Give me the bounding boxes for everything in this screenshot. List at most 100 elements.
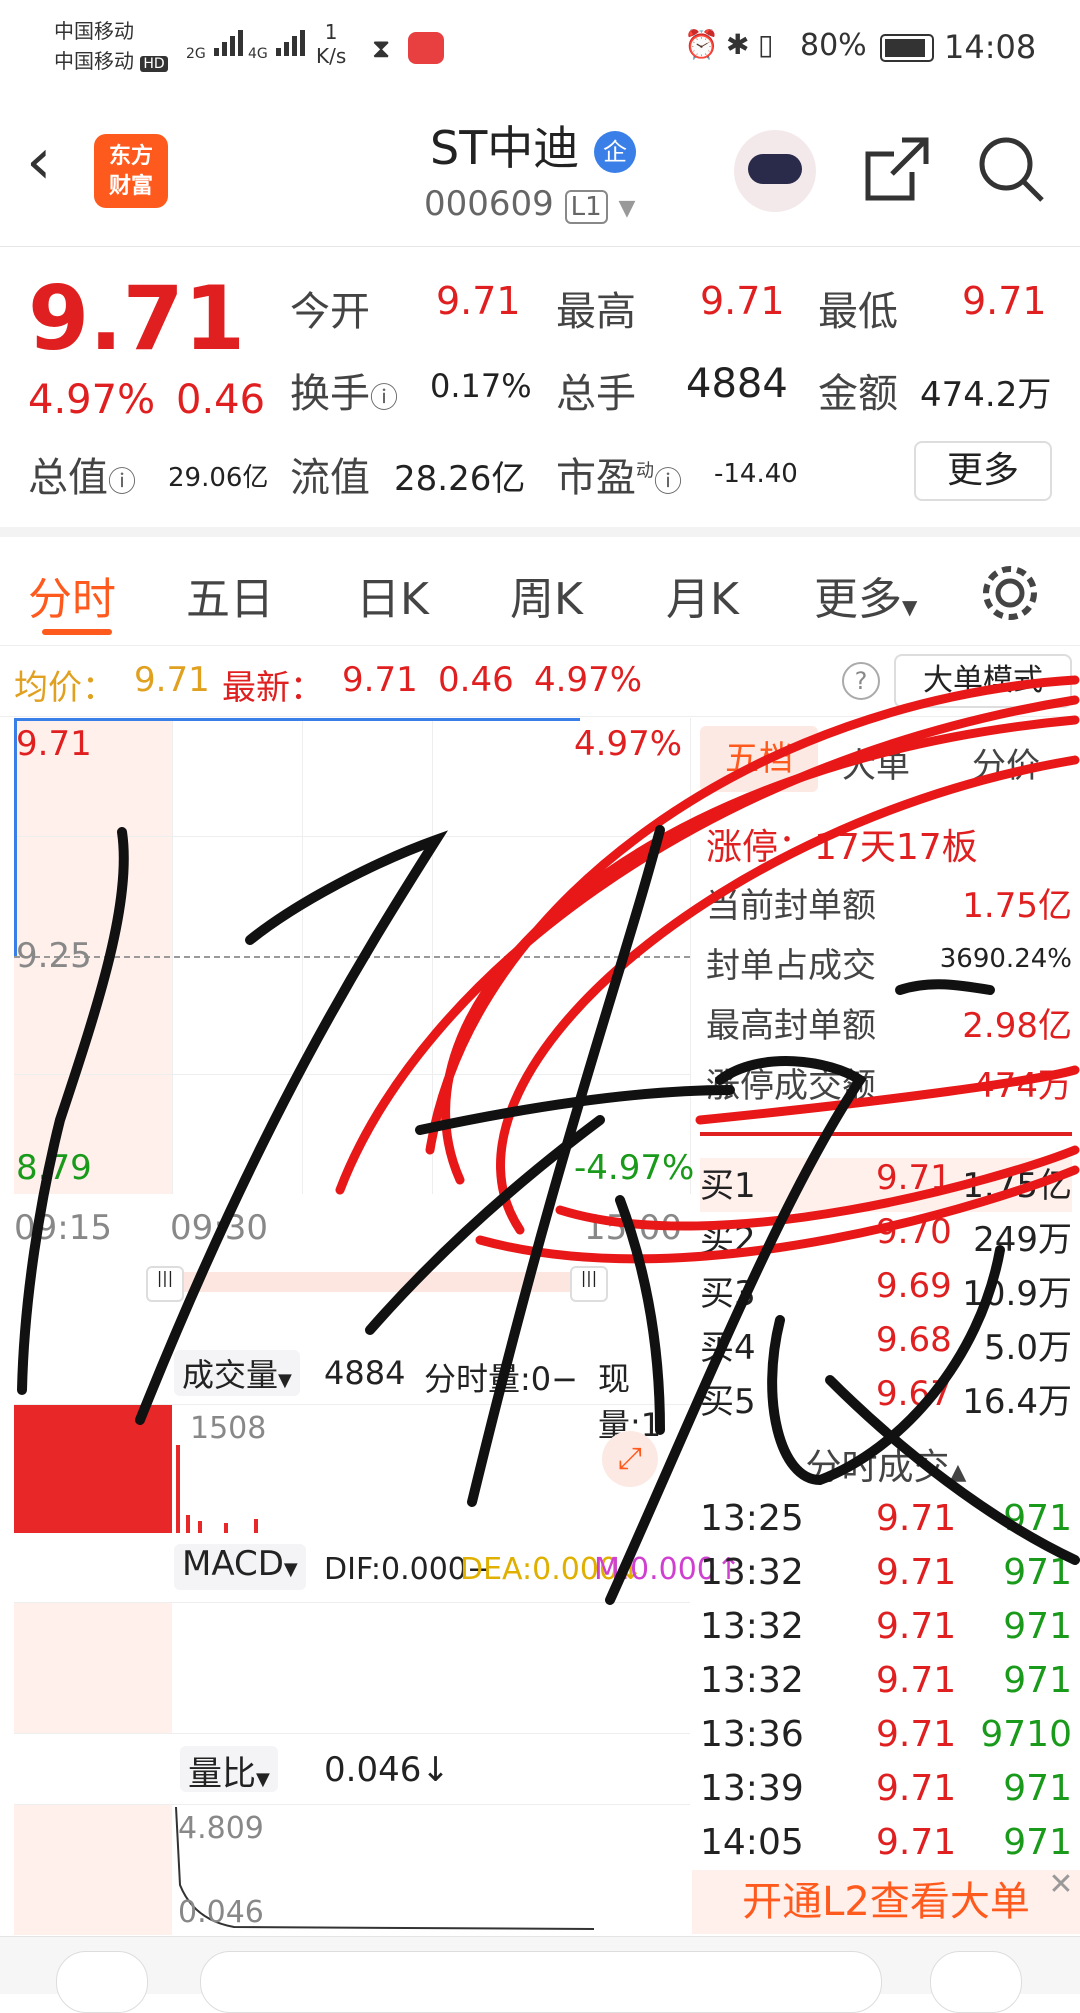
prev-close-line [14,956,690,958]
bid-label: 买5 [700,1382,756,1422]
volume-chart: 1508 ⤢ [14,1404,690,1533]
order-book-panel: 五档 大单 分价 涨停：17天17板 当前封单额 1.75亿 封单占成交 369… [692,718,1080,1934]
range-slider[interactable] [154,1272,594,1292]
speed-value: 1 [324,20,338,44]
more-button[interactable]: 更多 [914,441,1052,501]
logo-text-2: 财富 [108,174,153,199]
tick-price: 9.71 [876,1498,957,1539]
gridline [14,1074,690,1075]
help-icon[interactable]: ? [842,662,880,700]
tab-more[interactable]: 更多▼ [814,563,917,627]
share-icon[interactable] [862,134,932,204]
pe-label-text: 市盈 [556,455,636,501]
bid-price: 9.70 [876,1212,952,1252]
eastmoney-logo[interactable]: 东方 财富 [94,134,168,208]
expand-icon[interactable]: ⤢ [602,1431,658,1487]
tab-five-day[interactable]: 五日 [186,563,274,627]
back-arrow-icon[interactable]: ‹ [26,130,52,194]
caret-down-icon: ▼ [256,1769,270,1790]
info-icon[interactable]: ⓘ [370,381,398,414]
ticks-title[interactable]: 分时成交▲ [692,1438,1080,1490]
volume-bar-auction [14,1405,172,1533]
tick-row: 13:39 9.71 971 [700,1768,1072,1822]
bid-price: 9.68 [876,1320,952,1360]
alarm-icon: ⏰ [684,28,719,61]
volume-ratio-max: 4.809 [178,1811,264,1846]
volume-indicator-select[interactable]: 成交量▼ [174,1350,300,1396]
tick-price: 9.71 [876,1822,957,1863]
close-icon[interactable]: ✕ [1044,1868,1078,1902]
bid-row[interactable]: 买5 9.67 16.4万 [700,1374,1072,1428]
tab-weekly-k[interactable]: 周K [510,563,583,627]
bid-row[interactable]: 买3 9.69 10.9万 [700,1266,1072,1320]
pre-market-shade [14,1603,172,1733]
stock-code-row[interactable]: 000609 L1 ▼ [424,184,635,224]
limit-up-streak: 17天17板 [814,827,978,868]
pe-dynamic-mark: 动 [636,460,654,482]
seal-stats: 当前封单额 1.75亿 封单占成交 3690.24% 最高封单额 2.98亿 涨… [706,878,1072,1118]
tick-row: 13:36 9.71 9710 [700,1714,1072,1768]
bid-price: 9.67 [876,1374,952,1414]
tab-daily-k[interactable]: 日K [356,563,429,627]
bid-price: 9.69 [876,1266,952,1306]
toolbar-button[interactable] [56,1951,148,2013]
tick-time: 13:39 [700,1768,804,1809]
time-start: 09:15 [14,1208,112,1248]
open-value: 9.71 [436,279,521,323]
tick-row: 14:05 9.71 971 [700,1822,1072,1876]
timeshare-chart[interactable]: 9.71 9.25 8.79 4.97% -4.97% [14,718,695,1194]
time-close: 15:00 [584,1208,682,1248]
tab-timeshare[interactable]: 分时 [28,563,116,627]
enterprise-badge: 企 [593,130,636,173]
comment-input[interactable] [200,1951,882,2013]
volume-total: 4884 [324,1354,406,1392]
stat-value: 3690.24% [939,944,1072,974]
bid-row[interactable]: 买2 9.70 249万 [700,1212,1072,1266]
tick-time: 13:32 [700,1660,804,1701]
high-label: 最高 [556,289,636,335]
info-icon[interactable]: ⓘ [108,465,136,498]
bid-label: 买3 [700,1274,756,1314]
volume-bar [176,1445,180,1533]
big-order-mode-button[interactable]: 大单模式 [894,654,1072,708]
vibrate-icon: ▯ [758,28,774,61]
stat-row: 封单占成交 3690.24% [706,938,1072,998]
float-label: 流值 [290,455,370,501]
pct-axis-top: 4.97% [574,724,683,764]
pe-value: -14.40 [714,459,798,489]
amount-label: 金额 [818,371,898,417]
stock-title[interactable]: ST中迪 企 [430,112,636,178]
slider-handle-right[interactable]: ||| [570,1266,608,1302]
net-label-4g: 4G [248,46,268,62]
tick-volume: 971 [1003,1498,1072,1539]
bid-label: 买4 [700,1328,756,1368]
l2-upgrade-banner[interactable]: 开通L2查看大单 [692,1870,1080,1934]
macd-indicator-select[interactable]: MACD▼ [174,1544,306,1590]
bid-row[interactable]: 买4 9.68 5.0万 [700,1320,1072,1374]
volume-ratio-select[interactable]: 量比▼ [180,1746,278,1794]
settings-gear-icon[interactable] [980,563,1040,623]
toolbar-button[interactable] [930,1951,1022,2013]
hd-badge: HD [140,56,168,72]
tab-monthly-k[interactable]: 月K [666,563,739,627]
slider-handle-left[interactable]: ||| [146,1266,184,1302]
pct-axis-bottom: -4.97% [574,1148,695,1188]
robot-assistant-icon[interactable] [734,130,816,212]
bid-row[interactable]: 买1 9.71 1.75亿 [700,1158,1072,1212]
amount-value: 474.2万 [920,375,1052,415]
tab-five-levels[interactable]: 五档 [700,726,818,792]
signal-2g: 2G [186,28,254,62]
tab-big-orders[interactable]: 大单 [842,738,910,787]
bid-volume: 10.9万 [962,1274,1072,1314]
stat-row: 最高封单额 2.98亿 [706,998,1072,1058]
bid-label: 买1 [700,1166,756,1206]
info-icon[interactable]: ⓘ [654,465,682,498]
dropdown-icon: ▼ [618,196,636,221]
tick-row: 13:32 9.71 971 [700,1606,1072,1660]
bottom-toolbar [0,1936,1080,2013]
volume-value: 4884 [686,361,788,407]
search-icon[interactable] [976,134,1046,204]
tab-price-dist[interactable]: 分价 [972,738,1040,787]
tick-volume: 971 [1003,1768,1072,1809]
caret-down-icon: ▼ [278,1370,292,1391]
